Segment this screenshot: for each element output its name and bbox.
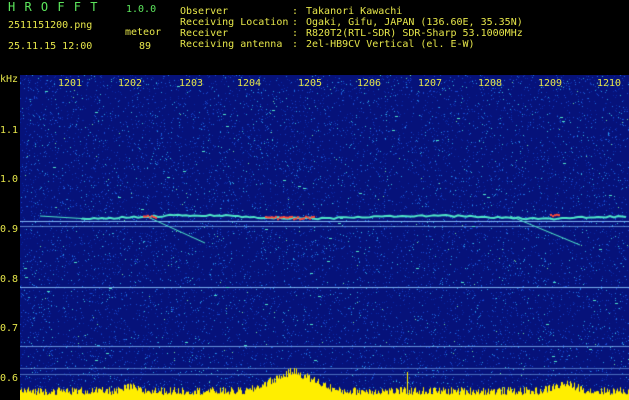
meteor-count: 89	[139, 41, 152, 52]
y-axis-unit: kHz	[0, 74, 19, 85]
info-value-observer: Takanori Kawachi	[306, 6, 403, 17]
info-value-receiver: R820T2(RTL-SDR) SDR-Sharp 53.1000MHz	[306, 28, 523, 39]
info-value-antenna: 2el-HB9CV Vertical (el. E-W)	[306, 39, 475, 50]
app-title: H R O F F T	[8, 0, 99, 14]
mode-label: meteor	[125, 27, 162, 38]
x-tick-label: 1206	[357, 78, 382, 89]
x-tick-label: 1207	[418, 78, 443, 89]
y-tick-label: 0.6	[0, 373, 19, 384]
x-tick-label: 1205	[298, 78, 323, 89]
app-version: 1.0.0	[126, 4, 157, 15]
info-separator: :	[292, 6, 299, 17]
y-tick-label: 1.1	[0, 125, 19, 136]
y-tick-label: 0.8	[0, 274, 19, 285]
x-tick-label: 1208	[478, 78, 503, 89]
y-tick-label: 0.9	[0, 224, 19, 235]
info-separator: :	[292, 39, 299, 50]
info-separator: :	[292, 17, 299, 28]
y-tick-label: 0.7	[0, 323, 19, 334]
x-tick-label: 1201	[58, 78, 83, 89]
x-tick-label: 1202	[118, 78, 143, 89]
x-tick-label: 1210	[597, 78, 622, 89]
spectrogram-plot	[20, 75, 629, 400]
info-label-location: Receiving Location	[180, 17, 289, 28]
datetime-label: 25.11.15 12:00	[8, 41, 93, 52]
x-tick-label: 1204	[237, 78, 262, 89]
x-tick-label: 1209	[538, 78, 563, 89]
info-label-receiver: Receiver	[180, 28, 229, 39]
y-tick-label: 1.0	[0, 174, 19, 185]
info-label-antenna: Receiving antenna	[180, 39, 283, 50]
x-tick-label: 1203	[179, 78, 204, 89]
info-value-location: Ogaki, Gifu, JAPAN (136.60E, 35.35N)	[306, 17, 523, 28]
info-separator: :	[292, 28, 299, 39]
image-filename: 2511151200.png	[8, 20, 93, 31]
info-label-observer: Observer	[180, 6, 229, 17]
